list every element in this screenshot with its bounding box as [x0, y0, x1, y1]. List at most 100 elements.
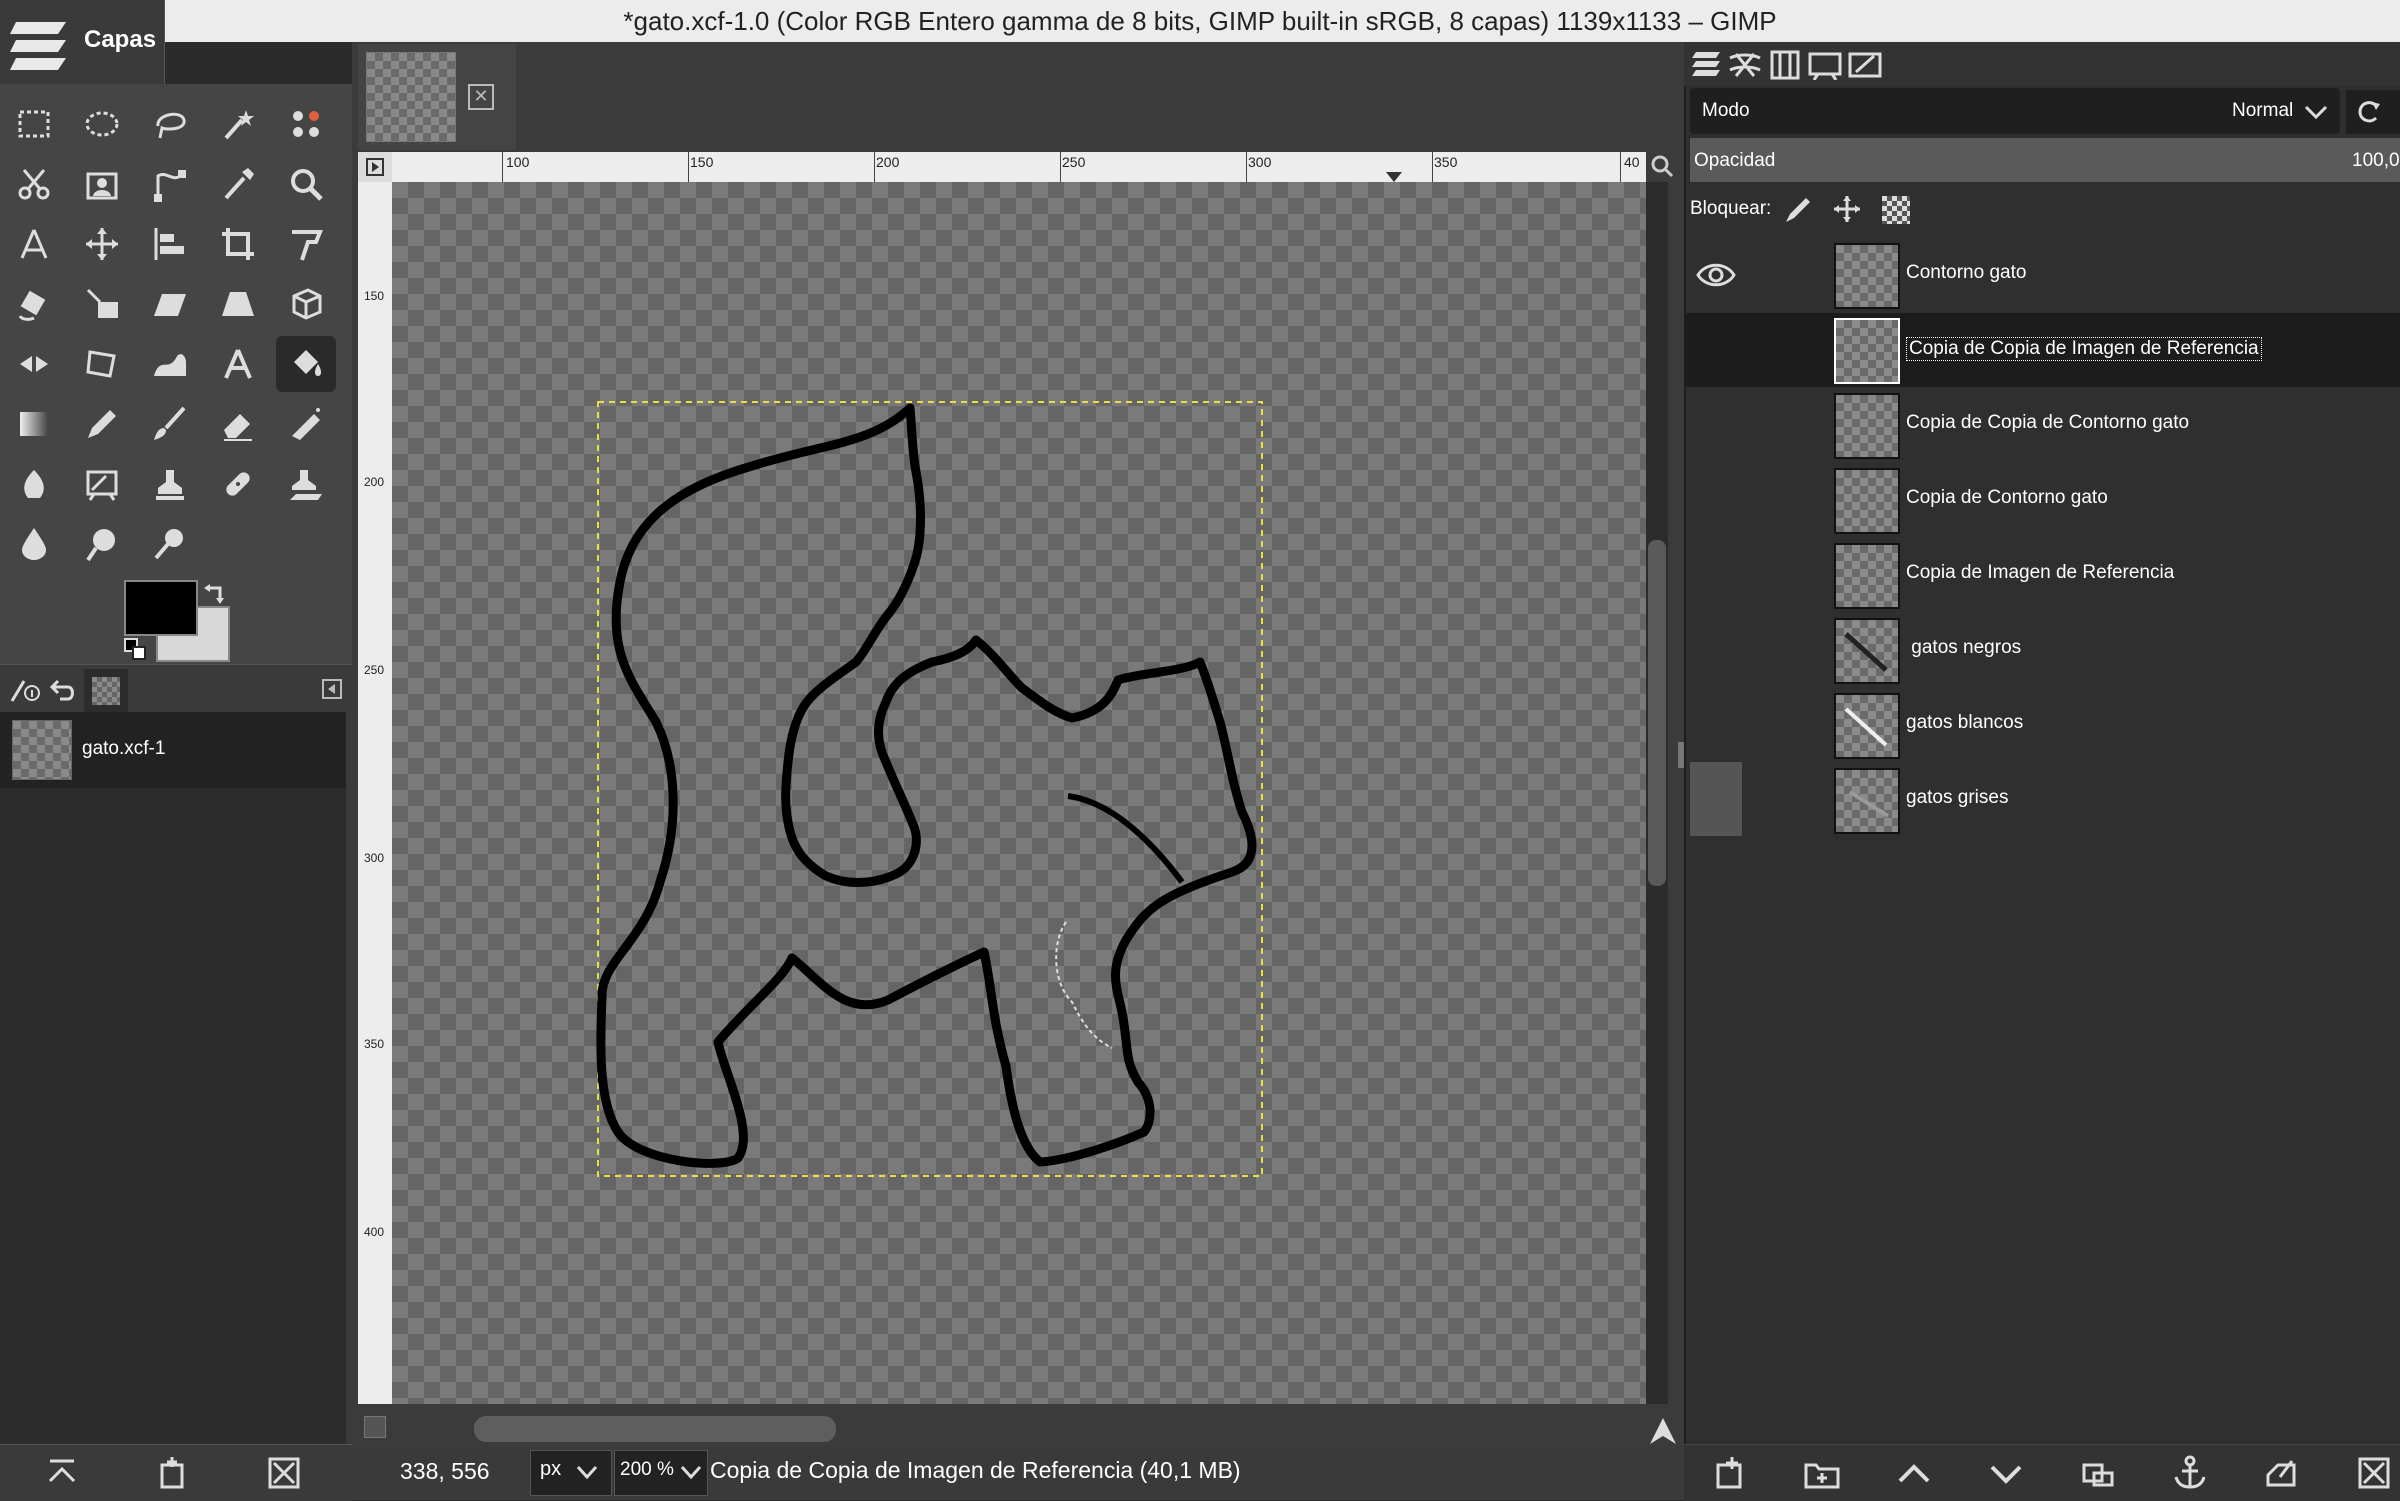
quick-mask-icon[interactable]	[364, 1416, 386, 1438]
color-picker-icon[interactable]	[208, 156, 268, 212]
mode-reset-button[interactable]	[2346, 90, 2400, 134]
measure-icon[interactable]	[4, 216, 64, 272]
new-layer-group-icon[interactable]	[1804, 1455, 1840, 1491]
channels-tab-icon[interactable]	[1728, 50, 1762, 80]
path-selection	[1055, 921, 1113, 1049]
unit-value: px	[540, 1458, 562, 1480]
heal-icon[interactable]	[208, 456, 268, 512]
3d-transform-icon[interactable]	[276, 276, 336, 332]
new-view-icon[interactable]	[154, 1455, 190, 1491]
image-canvas[interactable]	[392, 182, 1646, 1404]
ink-icon[interactable]	[4, 456, 64, 512]
layer-row[interactable]	[1686, 763, 2400, 837]
anchor-layer-icon[interactable]	[2172, 1455, 2208, 1491]
close-tab-icon[interactable]: ✕	[468, 84, 494, 110]
perspective-clone-icon[interactable]	[276, 456, 336, 512]
ruler-corner-menu[interactable]	[358, 152, 392, 182]
layer-thumbnail	[1834, 243, 1900, 309]
chevron-down-icon	[2304, 105, 2328, 120]
navigate-icon[interactable]	[1648, 1416, 1678, 1446]
outline-path	[596, 403, 1257, 1168]
layer-name: gatos negros	[1906, 637, 2022, 658]
delete-image-icon[interactable]	[266, 1455, 302, 1491]
vertical-ruler[interactable]: 150 200 250 300 350 400	[358, 182, 392, 1404]
raise-image-icon[interactable]	[44, 1455, 80, 1491]
text-icon[interactable]	[208, 336, 268, 392]
ruler-label: 200	[876, 154, 900, 170]
foreground-color-swatch[interactable]	[124, 580, 198, 636]
clone-icon[interactable]	[140, 456, 200, 512]
horizontal-scrollbar-thumb[interactable]	[474, 1416, 836, 1442]
cage-icon[interactable]	[72, 336, 132, 392]
smudge-icon[interactable]	[72, 516, 132, 572]
horizontal-ruler[interactable]: 100 150 200 250 300 350 40	[392, 152, 1646, 182]
eye-icon[interactable]	[1696, 258, 1736, 292]
tool-options-icon[interactable]	[8, 675, 42, 705]
scale-icon[interactable]	[72, 276, 132, 332]
mypaint-icon[interactable]	[72, 456, 132, 512]
layer-thumbnail	[1834, 393, 1900, 459]
paths-tab-icon[interactable]	[1770, 50, 1800, 80]
lock-position-icon[interactable]	[1832, 194, 1862, 224]
layers-tab-icon[interactable]	[1692, 48, 1722, 80]
paintbrush-icon[interactable]	[140, 396, 200, 452]
lock-pixels-icon[interactable]	[1782, 194, 1812, 224]
warp-icon[interactable]	[140, 336, 200, 392]
layer-link-toggle[interactable]	[1690, 762, 1742, 836]
rotate-icon[interactable]	[4, 276, 64, 332]
layer-row[interactable]	[1686, 613, 2400, 687]
color-select-icon[interactable]	[276, 96, 336, 152]
free-select-icon[interactable]	[140, 96, 200, 152]
brushes-tab-icon[interactable]	[1848, 50, 1882, 80]
paths-icon[interactable]	[140, 156, 200, 212]
gradient-icon[interactable]	[4, 396, 64, 452]
duplicate-layer-icon[interactable]	[2080, 1455, 2116, 1491]
dodge-burn-icon[interactable]	[140, 516, 200, 572]
scissors-icon[interactable]	[4, 156, 64, 212]
align-icon[interactable]	[140, 216, 200, 272]
undo-tab-icon[interactable]	[1808, 50, 1842, 80]
unified-transform-icon[interactable]	[276, 216, 336, 272]
flip-icon[interactable]	[4, 336, 64, 392]
ruler-label: 100	[506, 154, 530, 170]
opacity-label: Opacidad	[1694, 150, 1776, 171]
eraser-icon[interactable]	[208, 396, 268, 452]
vertical-scrollbar-thumb[interactable]	[1648, 540, 1666, 886]
move-icon[interactable]	[72, 216, 132, 272]
zoom-follow-icon[interactable]	[1650, 154, 1674, 178]
layer-name[interactable]: Copia de Copia de Imagen de Referencia	[1906, 337, 2262, 361]
dock-resize-handle[interactable]	[1678, 742, 1684, 768]
images-tab-icon	[92, 677, 120, 705]
pencil-icon[interactable]	[72, 396, 132, 452]
layers-stack-icon	[10, 22, 66, 70]
shear-icon[interactable]	[140, 276, 200, 332]
airbrush-icon[interactable]	[276, 396, 336, 452]
ruler-label: 250	[364, 663, 385, 677]
delete-layer-icon[interactable]	[2356, 1455, 2392, 1491]
left-dock-tabs	[0, 664, 352, 713]
fuzzy-select-icon[interactable]	[208, 96, 268, 152]
rect-select-icon[interactable]	[4, 96, 64, 152]
swap-colors-icon[interactable]	[202, 580, 228, 606]
lock-alpha-icon[interactable]	[1882, 196, 1910, 224]
zoom-value: 200 %	[620, 1459, 674, 1480]
layer-row[interactable]	[1686, 238, 2400, 312]
new-layer-icon[interactable]	[1712, 1455, 1748, 1491]
bucket-fill-icon[interactable]	[276, 336, 336, 392]
lower-layer-icon[interactable]	[1988, 1455, 2024, 1491]
zoom-icon[interactable]	[276, 156, 336, 212]
add-mask-icon[interactable]	[2264, 1455, 2300, 1491]
opacity-slider[interactable]	[1690, 138, 2400, 182]
layer-row[interactable]	[1686, 688, 2400, 762]
images-tab[interactable]	[84, 669, 128, 713]
raise-layer-icon[interactable]	[1896, 1455, 1932, 1491]
crop-icon[interactable]	[208, 216, 268, 272]
ellipse-select-icon[interactable]	[72, 96, 132, 152]
blur-icon[interactable]	[4, 516, 64, 572]
perspective-icon[interactable]	[208, 276, 268, 332]
foreground-select-icon[interactable]	[72, 156, 132, 212]
undo-history-icon[interactable]	[48, 675, 78, 705]
default-colors-icon[interactable]	[124, 638, 148, 662]
dock-menu-icon[interactable]	[322, 679, 342, 699]
layer-thumbnail	[1834, 768, 1900, 834]
